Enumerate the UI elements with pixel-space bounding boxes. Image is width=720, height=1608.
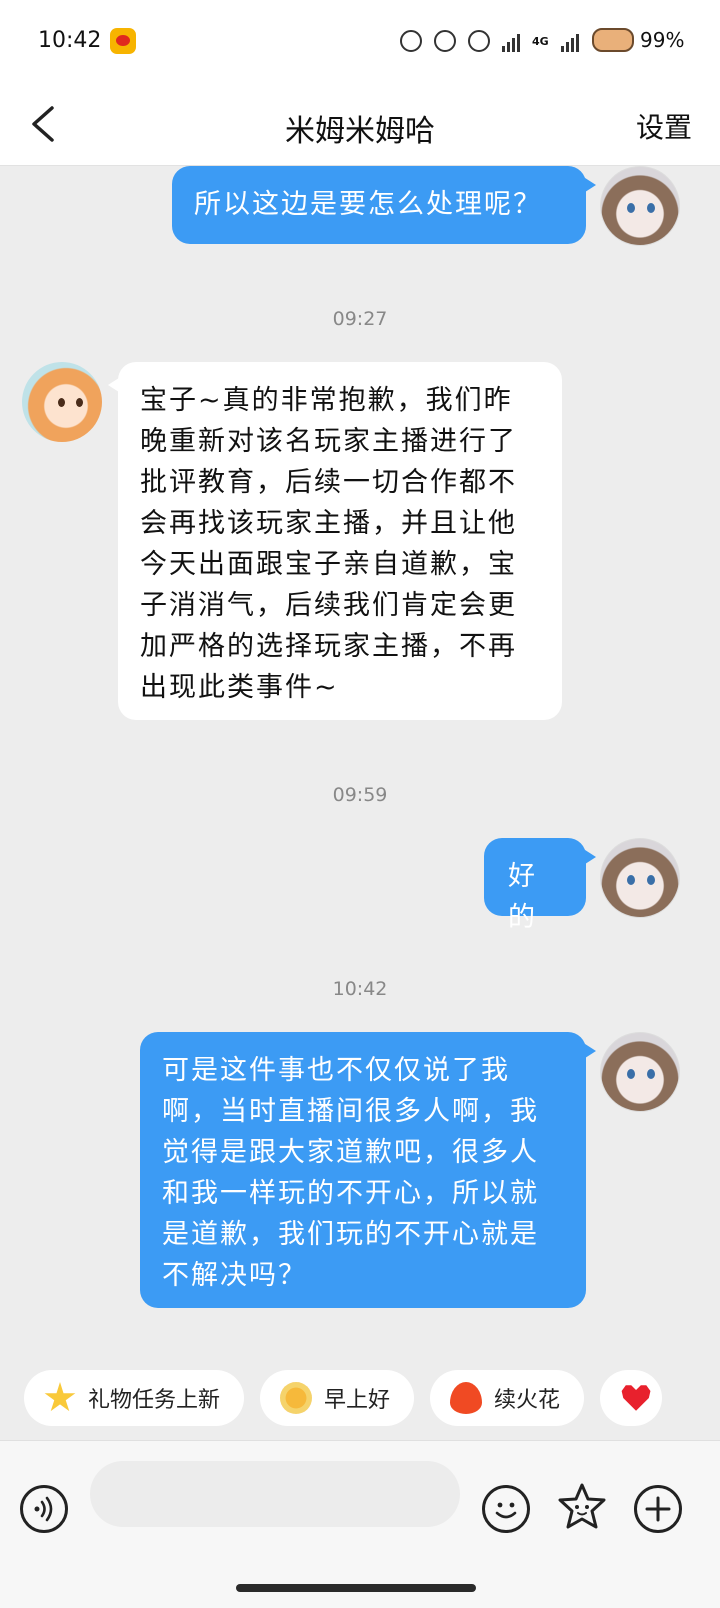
avatar[interactable] xyxy=(600,1032,680,1112)
status-icons: 4G xyxy=(400,26,579,56)
message-timestamp: 09:27 xyxy=(332,308,388,330)
network-type: 4G xyxy=(532,34,549,48)
more-button[interactable] xyxy=(634,1485,682,1533)
settings-button[interactable]: 设置 xyxy=(636,106,692,146)
quick-reply-heart[interactable] xyxy=(600,1370,663,1426)
emoji-button[interactable] xyxy=(482,1485,530,1533)
heart-icon xyxy=(621,1385,651,1411)
star-icon xyxy=(44,1382,76,1412)
chat-header: 米姆米姆哈 设置 xyxy=(0,84,720,166)
quick-reply-label: 续火花 xyxy=(494,1388,561,1413)
avatar[interactable] xyxy=(600,838,680,918)
signal-icon xyxy=(502,30,520,52)
quick-reply-bar: 礼物任务上新 早上好 续火花 xyxy=(24,1370,663,1426)
notification-icon xyxy=(400,30,422,52)
status-bar: 10:42 4G 99% xyxy=(0,0,720,84)
message-input[interactable] xyxy=(90,1461,460,1527)
quick-reply-spark[interactable]: 续火花 xyxy=(430,1370,585,1426)
battery-icon xyxy=(592,28,634,52)
status-time: 10:42 xyxy=(38,28,102,53)
sun-icon xyxy=(280,1382,313,1414)
message-bubble-other[interactable]: 宝子~真的非常抱歉，我们昨晚重新对该名玩家主播进行了批评教育，后续一切合作都不会… xyxy=(108,362,562,720)
quick-reply-good-morning[interactable]: 早上好 xyxy=(260,1370,415,1426)
quick-reply-label: 早上好 xyxy=(324,1388,391,1413)
message-timestamp: 10:42 xyxy=(332,978,388,1000)
plus-icon xyxy=(645,1496,671,1522)
weibo-icon xyxy=(110,28,136,54)
voice-button[interactable] xyxy=(20,1485,68,1533)
fire-icon xyxy=(450,1382,483,1414)
avatar[interactable] xyxy=(22,362,102,442)
home-indicator[interactable] xyxy=(236,1584,476,1592)
message-list: 所以这边是要怎么处理呢？ 09:27 宝子~真的非常抱歉，我们昨晚重新对该名玩家… xyxy=(0,166,720,1392)
chat-title: 米姆米姆哈 xyxy=(285,114,435,149)
quick-reply-gift-task[interactable]: 礼物任务上新 xyxy=(24,1370,245,1426)
shell-icon xyxy=(434,30,456,52)
smile-icon xyxy=(495,1502,517,1519)
input-bar xyxy=(0,1440,720,1608)
message-bubble-me[interactable]: 可是这件事也不仅仅说了我啊，当时直播间很多人啊，我觉得是跟大家道歉吧，很多人和我… xyxy=(140,1032,596,1308)
quick-reply-label: 礼物任务上新 xyxy=(88,1388,221,1413)
message-timestamp: 09:59 xyxy=(332,784,388,806)
message-bubble-me[interactable]: 所以这边是要怎么处理呢？ xyxy=(172,166,596,244)
message-bubble-me[interactable]: 好的 xyxy=(484,838,596,933)
signal-icon-2 xyxy=(560,30,579,52)
sticker-button[interactable] xyxy=(556,1481,608,1533)
voice-icon xyxy=(34,1496,53,1522)
star-sticker-icon xyxy=(558,1483,606,1529)
battery-percent: 99% xyxy=(640,28,685,52)
avatar[interactable] xyxy=(600,166,680,246)
wifi-icon xyxy=(468,30,490,52)
